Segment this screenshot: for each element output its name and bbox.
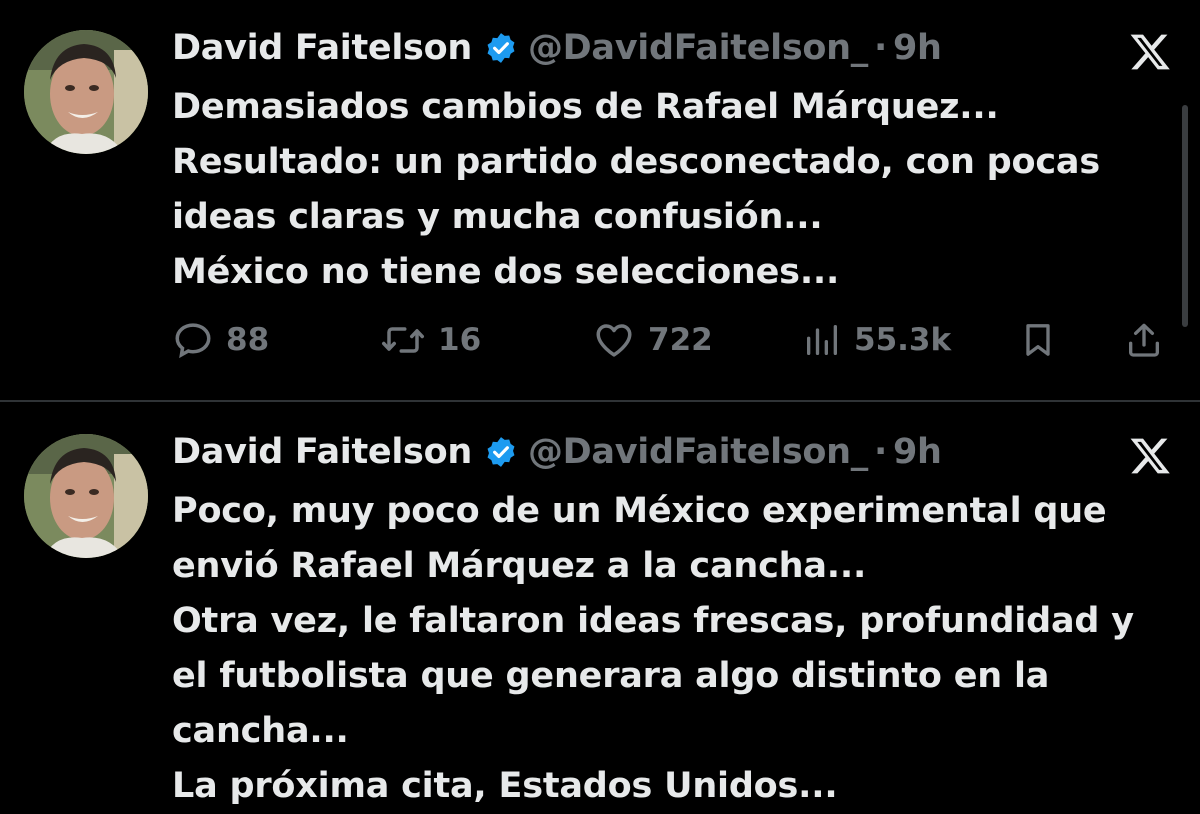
- avatar[interactable]: [24, 30, 148, 154]
- tweet-text-line: La próxima cita, Estados Unidos...: [172, 766, 838, 806]
- author-handle[interactable]: @DavidFaitelson_: [528, 432, 868, 472]
- separator-dot: ·: [873, 432, 887, 472]
- reply-count: 88: [226, 322, 270, 358]
- verified-badge-icon[interactable]: [484, 435, 518, 469]
- tweet-text: Poco, muy poco de un México experimental…: [172, 484, 1172, 814]
- separator-dot: ·: [873, 28, 887, 68]
- like-button[interactable]: 722: [592, 316, 713, 364]
- views-count: 55.3k: [854, 322, 952, 358]
- repost-button[interactable]: 16: [380, 316, 481, 364]
- bar-chart-icon: [807, 325, 837, 355]
- author-name[interactable]: David Faitelson: [172, 28, 472, 68]
- tweet-header: David Faitelson @DavidFaitelson_ · 9h: [172, 26, 942, 70]
- reply-button[interactable]: 88: [172, 316, 269, 364]
- avatar[interactable]: [24, 434, 148, 558]
- share-button[interactable]: [1124, 316, 1164, 364]
- tweet-header: David Faitelson @DavidFaitelson_ · 9h: [172, 430, 942, 474]
- tweet-text-line: cancha...: [172, 711, 349, 751]
- author-handle[interactable]: @DavidFaitelson_: [528, 28, 868, 68]
- tweet-text: Demasiados cambios de Rafael Márquez... …: [172, 80, 1172, 300]
- tweet-actions: 88 16 722 55.3k: [172, 316, 1172, 364]
- tweet-text-line: Demasiados cambios de Rafael Márquez...: [172, 87, 999, 127]
- share-upload-icon: [1129, 323, 1159, 357]
- views-button[interactable]: 55.3k: [802, 316, 951, 364]
- tweet-text-line: Otra vez, le faltaron ideas frescas, pro…: [172, 601, 1134, 641]
- speech-bubble-icon: [175, 323, 211, 359]
- x-logo-icon: [1128, 30, 1172, 74]
- heart-icon: [596, 324, 632, 357]
- tweet-text-line: Resultado: un partido desconectado, con …: [172, 142, 1100, 182]
- tweet-card[interactable]: David Faitelson @DavidFaitelson_ · 9h Po…: [0, 404, 1200, 806]
- tweet-text-line: ideas claras y mucha confusión...: [172, 197, 823, 237]
- tweet-text-line: Poco, muy poco de un México experimental…: [172, 491, 1107, 531]
- verified-badge-icon[interactable]: [484, 31, 518, 65]
- timestamp[interactable]: 9h: [893, 432, 942, 472]
- repost-arrows-icon: [382, 327, 424, 353]
- like-count: 722: [648, 322, 713, 358]
- tweet-card[interactable]: David Faitelson @DavidFaitelson_ · 9h De…: [0, 0, 1200, 400]
- tweet-text-line: el futbolista que generara algo distinto…: [172, 656, 1050, 696]
- tweet-text-line: envió Rafael Márquez a la cancha...: [172, 546, 867, 586]
- divider: [0, 400, 1200, 402]
- repost-count: 16: [438, 322, 482, 358]
- scrollbar[interactable]: [1182, 105, 1188, 327]
- timestamp[interactable]: 9h: [893, 28, 942, 68]
- bookmark-button[interactable]: [1018, 316, 1058, 364]
- author-name[interactable]: David Faitelson: [172, 432, 472, 472]
- bookmark-icon: [1026, 324, 1050, 356]
- tweet-text-line: México no tiene dos selecciones...: [172, 252, 840, 292]
- x-logo-icon: [1128, 434, 1172, 478]
